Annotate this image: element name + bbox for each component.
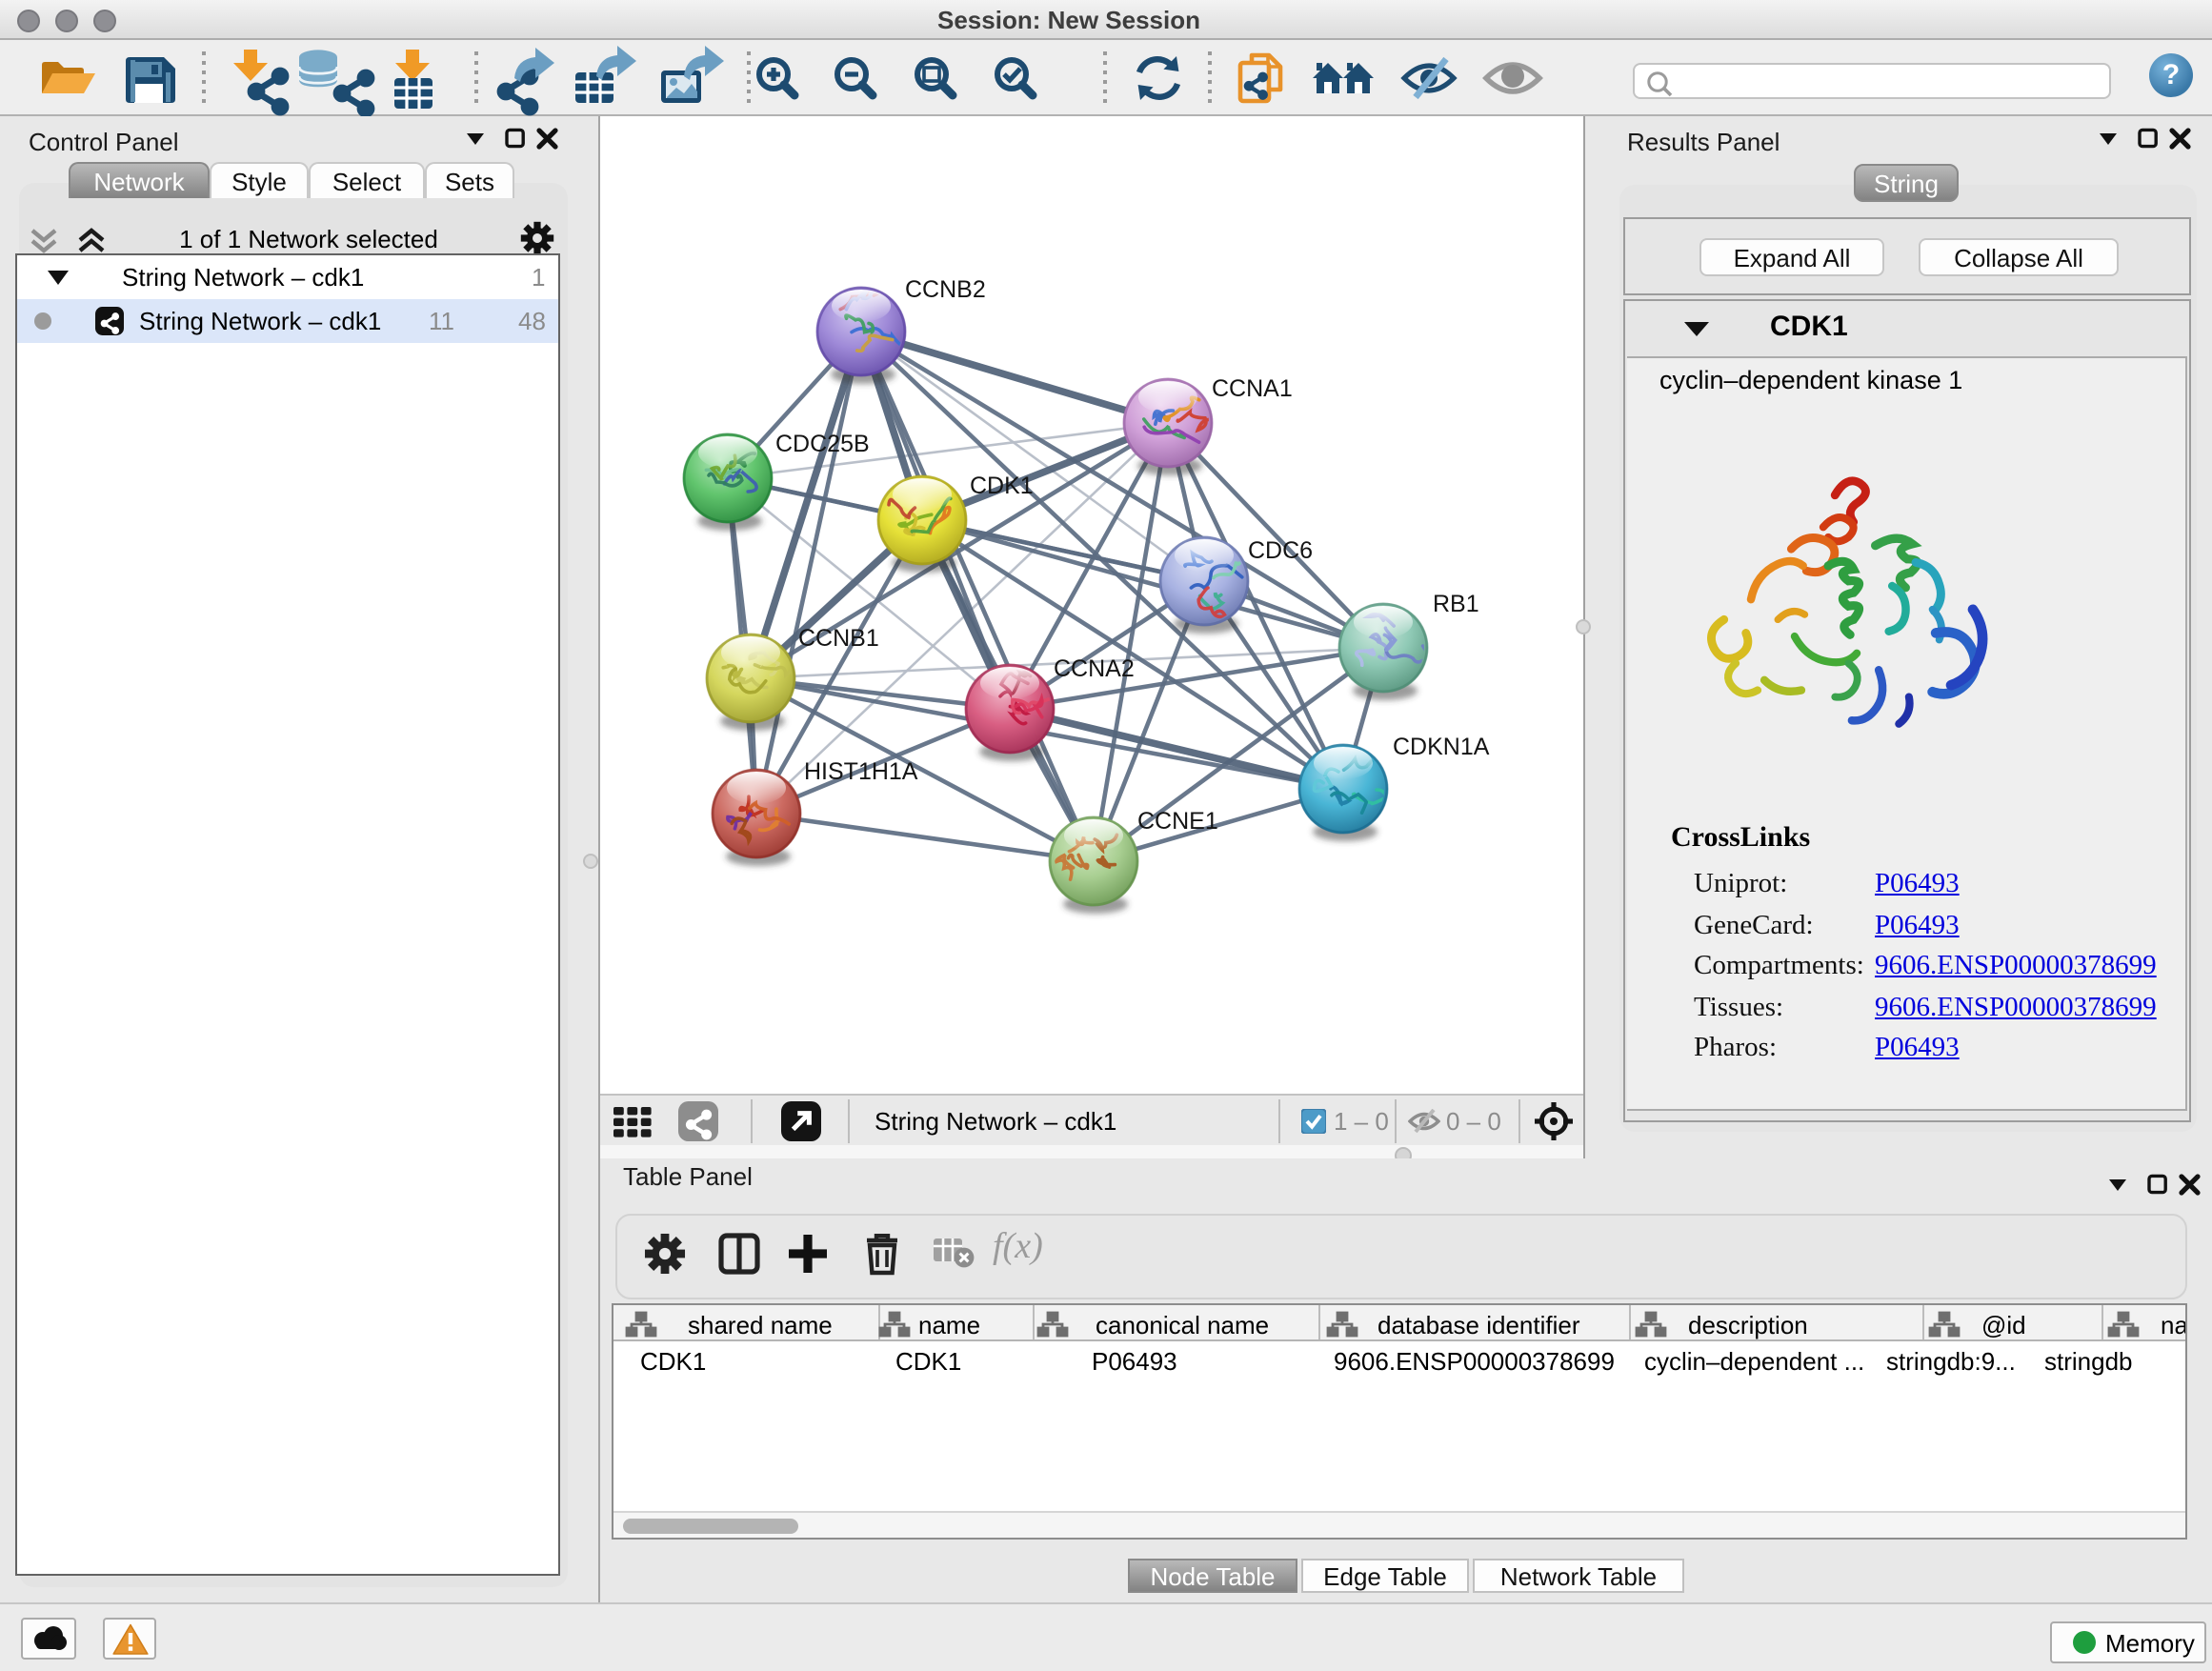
svg-text:HIST1H1A: HIST1H1A [804, 758, 918, 785]
svg-text:CDC6: CDC6 [1248, 537, 1313, 564]
svg-text:CCNE1: CCNE1 [1137, 808, 1218, 835]
svg-text:CCNA1: CCNA1 [1212, 375, 1293, 402]
svg-text:CDK1: CDK1 [970, 473, 1034, 499]
svg-text:CCNB2: CCNB2 [905, 276, 986, 303]
svg-text:CDKN1A: CDKN1A [1393, 734, 1490, 760]
svg-text:CDC25B: CDC25B [775, 431, 870, 457]
svg-text:CCNA2: CCNA2 [1054, 655, 1135, 682]
svg-text:CCNB1: CCNB1 [798, 625, 879, 652]
svg-text:RB1: RB1 [1433, 591, 1479, 617]
